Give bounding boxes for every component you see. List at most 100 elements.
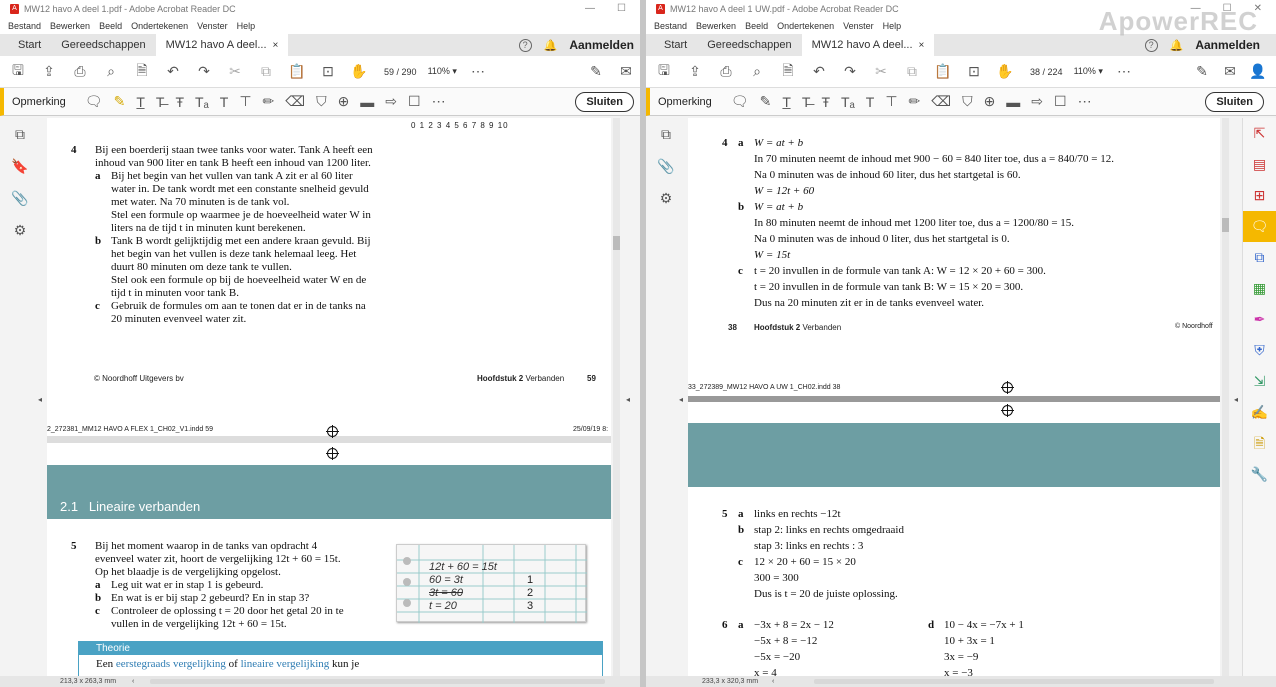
document-search-icon[interactable]: 🗎	[778, 60, 798, 84]
replace-text-icon[interactable]: Ŧ	[821, 94, 830, 110]
underline-text-icon[interactable]: T̲	[136, 94, 145, 110]
snapshot-icon[interactable]: ⊡	[318, 63, 338, 80]
paste-icon[interactable]: 📋	[933, 63, 953, 80]
strikethrough-icon[interactable]: T̶	[802, 94, 811, 110]
print-icon[interactable]: ⎙	[716, 63, 736, 80]
insert-text-icon[interactable]: Tₐ	[841, 94, 855, 110]
zoom-select[interactable]: 110% ▾	[1074, 66, 1103, 77]
scroll-left-icon[interactable]: ◂	[38, 395, 42, 404]
rectangle-icon[interactable]: ☐	[1054, 93, 1067, 110]
upload-icon[interactable]: ⇪	[39, 63, 59, 80]
menu-help[interactable]: Help	[237, 21, 256, 31]
undo-icon[interactable]: ↶	[809, 63, 829, 80]
horizontal-scrollbar[interactable]	[814, 679, 1214, 684]
menu-beeld[interactable]: Beeld	[99, 21, 122, 31]
fill-sign-icon[interactable]: ✒	[1243, 304, 1276, 335]
menu-bestand[interactable]: Bestand	[8, 21, 41, 31]
vertical-scrollbar[interactable]	[1222, 118, 1229, 676]
minimize-icon[interactable]: —	[585, 3, 595, 14]
hscroll-left-icon[interactable]: ‹	[132, 678, 134, 685]
underline-text-icon[interactable]: T̲	[782, 94, 791, 110]
document-view[interactable]: 0 1 2 3 4 5 6 7 8 9 10 4 Bij een boerder…	[47, 118, 611, 676]
menu-help[interactable]: Help	[883, 21, 902, 31]
eraser-icon[interactable]: ⌫	[931, 93, 951, 110]
scroll-right-icon[interactable]: ◂	[626, 395, 630, 404]
stamp-icon[interactable]: ⛉	[316, 93, 327, 110]
tab-start[interactable]: Start	[654, 34, 697, 56]
redo-icon[interactable]: ↷	[840, 63, 860, 80]
rectangle-icon[interactable]: ☐	[408, 93, 421, 110]
scroll-left-icon[interactable]: ◂	[679, 395, 683, 404]
snapshot-icon[interactable]: ⊡	[964, 63, 984, 80]
paste-icon[interactable]: 📋	[287, 63, 307, 80]
more-comment-icon[interactable]: ⋯	[1078, 93, 1092, 110]
highlight-icon[interactable]: ✎	[760, 93, 772, 110]
tab-tools[interactable]: Gereedschappen	[697, 34, 801, 56]
eraser-icon[interactable]: ⌫	[285, 93, 305, 110]
help-icon[interactable]: ?	[1144, 38, 1158, 52]
save-icon[interactable]: 🖫	[8, 60, 28, 84]
sign-icon[interactable]: ✎	[586, 63, 606, 80]
document-view[interactable]: 4 a W = at + b In 70 minuten neemt de in…	[688, 118, 1220, 676]
accessibility-icon[interactable]: ⚙	[646, 182, 686, 214]
menu-venster[interactable]: Venster	[197, 21, 228, 31]
upload-icon[interactable]: ⇪	[685, 63, 705, 80]
highlight-icon[interactable]: ✎	[114, 93, 126, 110]
insert-text-icon[interactable]: Tₐ	[195, 94, 209, 110]
signin-button[interactable]: Aanmelden	[1195, 38, 1260, 52]
pencil-icon[interactable]: ✏	[263, 93, 275, 110]
line-icon[interactable]: ▬	[1006, 94, 1020, 110]
menu-ondertekenen[interactable]: Ondertekenen	[131, 21, 188, 31]
signin-button[interactable]: Aanmelden	[569, 38, 634, 52]
arrow-icon[interactable]: ⇨	[1031, 93, 1043, 110]
edit-pdf-icon[interactable]: ✍	[1243, 397, 1276, 428]
search-icon[interactable]: ⌕	[101, 63, 121, 80]
sticky-note-icon[interactable]: 🗨	[85, 93, 103, 110]
tab-start[interactable]: Start	[8, 34, 51, 56]
hscroll-left-icon[interactable]: ‹	[772, 678, 774, 685]
close-tab-icon[interactable]: ×	[273, 40, 279, 51]
add-user-icon[interactable]: 👤	[1248, 63, 1268, 80]
help-icon[interactable]: ?	[518, 38, 532, 52]
attach-icon[interactable]: ⊕	[338, 93, 350, 110]
sign-icon[interactable]: ✎	[1192, 63, 1212, 80]
sticky-note-icon[interactable]: 🗨	[731, 93, 749, 110]
bell-icon[interactable]: 🔔	[544, 39, 558, 52]
tab-document[interactable]: MW12 havo A deel... ×	[155, 34, 289, 56]
attach-icon[interactable]: ⊕	[984, 93, 996, 110]
mail-icon[interactable]: ✉	[1220, 63, 1240, 80]
protect-icon[interactable]: ⛨	[1243, 335, 1276, 366]
copy-icon[interactable]: ⧉	[256, 63, 276, 80]
organize-pages-icon[interactable]: ▤	[1243, 149, 1276, 180]
scroll-right-icon[interactable]: ◂	[1234, 395, 1238, 404]
bookmark-icon[interactable]: 🔖	[0, 150, 40, 182]
add-text-icon[interactable]: T	[220, 94, 229, 110]
text-box-icon[interactable]: ⊤	[239, 93, 251, 110]
menu-venster[interactable]: Venster	[843, 21, 874, 31]
strikethrough-icon[interactable]: T̶	[156, 94, 165, 110]
tab-tools[interactable]: Gereedschappen	[51, 34, 155, 56]
comment-tool-icon[interactable]: 🗨	[1243, 211, 1276, 242]
close-comment-button[interactable]: Sluiten	[1205, 91, 1264, 112]
horizontal-scrollbar[interactable]	[150, 679, 605, 684]
hand-tool-icon[interactable]: ✋	[995, 63, 1015, 80]
maximize-icon[interactable]: ☐	[617, 3, 626, 14]
pages-icon[interactable]: ⧉	[0, 118, 40, 150]
tab-document[interactable]: MW12 havo A deel... ×	[801, 34, 935, 56]
close-comment-button[interactable]: Sluiten	[575, 91, 634, 112]
pages-icon[interactable]: ⧉	[646, 118, 686, 150]
more-icon[interactable]: ⋯	[1114, 63, 1134, 80]
export-pdf-icon[interactable]: ⇱	[1243, 118, 1276, 149]
menu-ondertekenen[interactable]: Ondertekenen	[777, 21, 834, 31]
redo-icon[interactable]: ↷	[194, 63, 214, 80]
text-box-icon[interactable]: ⊤	[885, 93, 897, 110]
accessibility-icon[interactable]: ⚙	[0, 214, 40, 246]
attachments-icon[interactable]: 📎	[0, 182, 40, 214]
export-excel-icon[interactable]: ▦	[1243, 273, 1276, 304]
replace-text-icon[interactable]: Ŧ	[175, 94, 184, 110]
more-comment-icon[interactable]: ⋯	[432, 93, 446, 110]
add-text-icon[interactable]: T	[866, 94, 875, 110]
more-icon[interactable]: ⋯	[468, 63, 488, 80]
pencil-icon[interactable]: ✏	[909, 93, 921, 110]
scrollbar-thumb[interactable]	[1222, 218, 1229, 232]
